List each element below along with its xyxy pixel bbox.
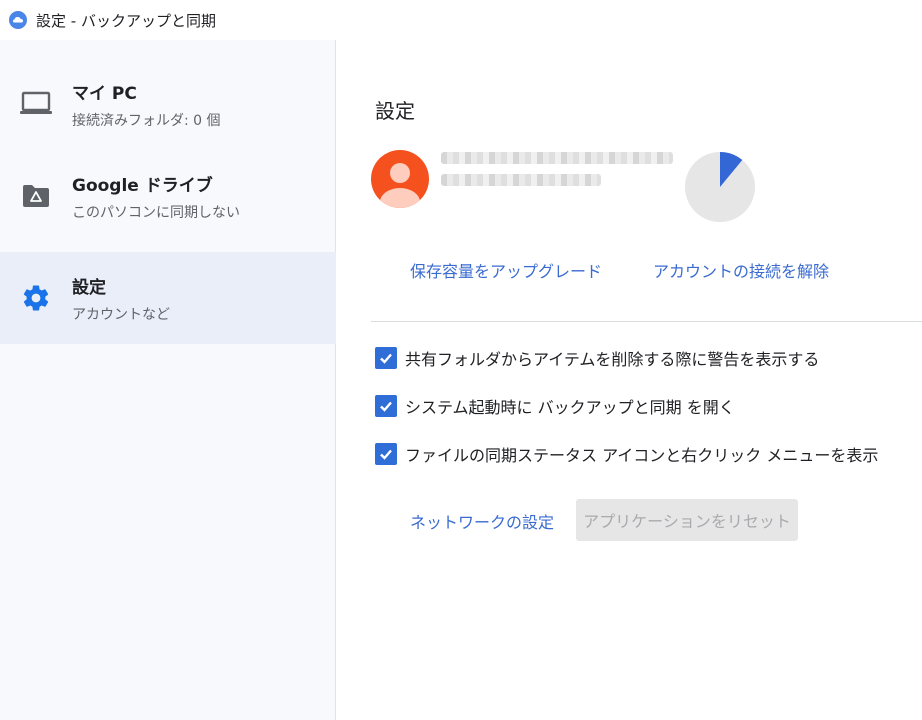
drive-folder-icon — [18, 150, 54, 242]
sidebar-item-label: マイ PC — [72, 83, 137, 104]
sidebar-item-subtitle: 接続済みフォルダ: 0 個 — [72, 112, 221, 129]
checkbox-row[interactable]: 共有フォルダからアイテムを削除する際に警告を表示する — [375, 344, 819, 372]
upgrade-storage-link[interactable]: 保存容量をアップグレード — [410, 258, 602, 282]
checkmark-icon — [380, 353, 392, 364]
sidebar: マイ PC 接続済みフォルダ: 0 個 Google ドライブ このパソコンに同… — [0, 40, 336, 720]
sidebar-item-my-pc[interactable]: マイ PC 接続済みフォルダ: 0 個 — [0, 58, 336, 150]
checkmark-icon — [380, 449, 392, 460]
window-title: 設定 - バックアップと同期 — [36, 11, 216, 30]
sidebar-item-subtitle: アカウントなど — [72, 306, 170, 323]
sidebar-item-google-drive[interactable]: Google ドライブ このパソコンに同期しない — [0, 150, 336, 242]
checkbox-show-sync-status[interactable] — [375, 443, 397, 465]
sidebar-item-label: 設定 — [72, 277, 106, 298]
network-settings-link[interactable]: ネットワークの設定 — [410, 509, 554, 533]
laptop-icon — [18, 58, 54, 150]
page-title: 設定 — [375, 99, 415, 123]
sidebar-item-settings[interactable]: 設定 アカウントなど — [0, 252, 336, 344]
checkbox-label: システム起動時に バックアップと同期 を開く — [405, 398, 735, 417]
account-info-redacted — [441, 152, 673, 194]
checkbox-label: ファイルの同期ステータス アイコンと右クリック メニューを表示 — [405, 446, 879, 465]
reset-application-button[interactable]: アプリケーションをリセット — [576, 499, 798, 541]
checkbox-open-on-startup[interactable] — [375, 395, 397, 417]
settings-panel: 設定 保存容量をアップグレード アカウントの接続を解除 共有フォルダからアイテム… — [337, 40, 922, 720]
checkbox-row[interactable]: ファイルの同期ステータス アイコンと右クリック メニューを表示 — [375, 440, 878, 468]
backup-sync-cloud-icon — [8, 10, 28, 30]
checkbox-warn-shared-delete[interactable] — [375, 347, 397, 369]
sidebar-item-label: Google ドライブ — [72, 175, 213, 196]
storage-usage-pie — [685, 152, 755, 222]
title-bar: 設定 - バックアップと同期 — [0, 0, 922, 40]
disconnect-account-link[interactable]: アカウントの接続を解除 — [653, 258, 829, 282]
divider — [371, 321, 922, 322]
avatar — [371, 150, 429, 208]
gear-icon — [18, 252, 54, 344]
checkbox-label: 共有フォルダからアイテムを削除する際に警告を表示する — [405, 350, 820, 369]
sidebar-item-subtitle: このパソコンに同期しない — [72, 204, 240, 221]
checkmark-icon — [380, 401, 392, 412]
checkbox-row[interactable]: システム起動時に バックアップと同期 を開く — [375, 392, 735, 420]
